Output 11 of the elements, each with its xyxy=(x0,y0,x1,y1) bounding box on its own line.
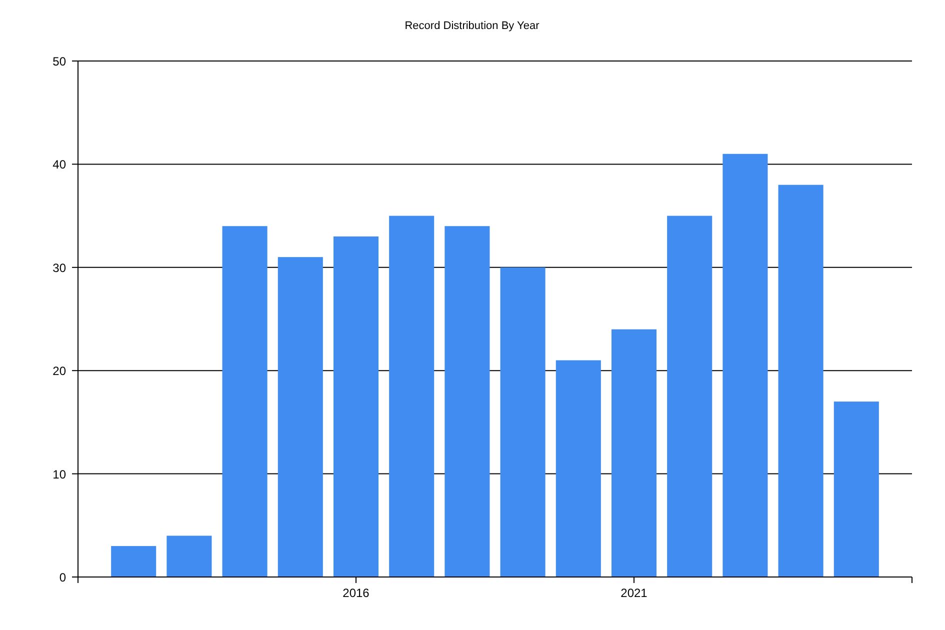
axis-tick-label: 40 xyxy=(52,158,66,172)
chart-title: Record Distribution By Year xyxy=(404,20,540,32)
axis-tick-label: 30 xyxy=(52,260,66,275)
bar xyxy=(111,546,156,577)
axis-tick-label: 50 xyxy=(52,54,66,68)
axis-tick-label: 20 xyxy=(52,364,66,378)
axis-tick-label: 2016 xyxy=(342,586,370,600)
axis-tick-label: 2021 xyxy=(620,586,648,600)
bar xyxy=(166,536,212,577)
axis-tick-label: 10 xyxy=(52,467,66,482)
axis-tick-label: 0 xyxy=(59,570,66,584)
